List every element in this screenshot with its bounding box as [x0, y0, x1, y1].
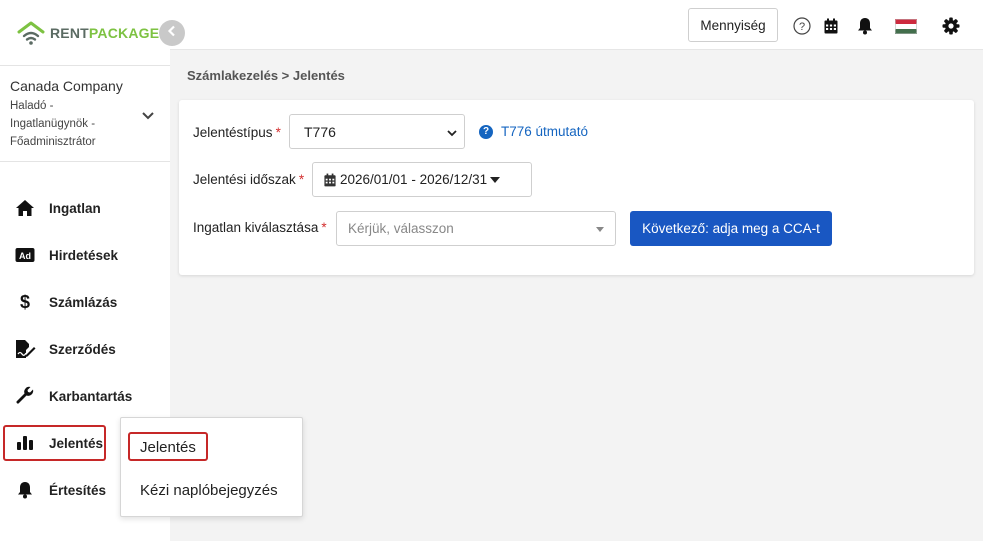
svg-text:Ad: Ad: [19, 251, 31, 261]
breadcrumb: Számlakezelés > Jelentés: [187, 68, 345, 83]
period-label: Jelentési időszak *: [193, 172, 305, 187]
dollar-icon: $: [14, 291, 36, 313]
divider: [0, 65, 170, 66]
sidebar-item-label: Szerződés: [49, 341, 116, 357]
company-switcher[interactable]: Canada Company Haladó - Ingatlanügynök -…: [10, 78, 170, 151]
sidebar-item-szamlazas[interactable]: $ Számlázás: [0, 284, 170, 320]
property-label: Ingatlan kiválasztása *: [193, 220, 327, 235]
sidebar-item-hirdetesek[interactable]: Ad Hirdetések: [0, 237, 170, 273]
chevron-down-icon[interactable]: [141, 108, 155, 126]
caret-down-icon: [490, 176, 501, 183]
property-select[interactable]: Kérjük, válasszon: [336, 211, 616, 246]
calendar-icon[interactable]: [821, 16, 841, 36]
report-type-value: T776: [304, 123, 336, 140]
report-submenu: Jelentés Kézi naplóbejegyzés: [120, 417, 303, 517]
hungarian-flag-icon[interactable]: [895, 16, 917, 36]
report-type-label: Jelentéstípus *: [193, 125, 281, 140]
gear-icon[interactable]: [941, 16, 961, 36]
guide-link-label: T776 útmutató: [501, 124, 589, 139]
logo-text: RENTPACKAGE: [50, 25, 160, 41]
property-placeholder: Kérjük, válasszon: [348, 221, 454, 236]
sidebar-item-label: Karbantartás: [49, 388, 133, 404]
sidebar-item-ingatlan[interactable]: Ingatlan: [0, 190, 170, 226]
collapse-sidebar-button[interactable]: [159, 20, 185, 46]
divider: [0, 161, 170, 162]
notification-bell-icon[interactable]: [855, 16, 875, 36]
top-bar: Mennyiség ?: [170, 0, 983, 50]
sidebar-item-karbantartas[interactable]: Karbantartás: [0, 378, 170, 414]
ad-icon: Ad: [14, 244, 36, 266]
sidebar-item-szerzodes[interactable]: Szerződés: [0, 331, 170, 367]
report-type-select[interactable]: T776: [289, 114, 465, 149]
sidebar-item-label: Ingatlan: [49, 200, 101, 216]
question-circle-icon: ?: [479, 124, 493, 139]
sidebar-item-label: Hirdetések: [49, 247, 119, 263]
chevron-left-icon: [167, 24, 177, 42]
quantity-button[interactable]: Mennyiség: [688, 8, 778, 42]
wrench-icon: [14, 385, 36, 407]
svg-text:$: $: [20, 292, 30, 312]
company-name: Canada Company: [10, 78, 123, 94]
logo[interactable]: RENTPACKAGE: [17, 18, 159, 48]
home-icon: [14, 197, 36, 219]
guide-link[interactable]: ? T776 útmutató: [479, 124, 588, 139]
help-icon[interactable]: ?: [792, 16, 812, 36]
next-cca-button[interactable]: Következő: adja meg a CCA-t: [630, 211, 832, 246]
highlight-box: [3, 425, 106, 461]
submenu-item-manual-journal[interactable]: Kézi naplóbejegyzés: [140, 482, 278, 499]
contract-icon: [14, 338, 36, 360]
sidebar-item-label: Számlázás: [49, 294, 118, 310]
period-value: 2026/01/01 - 2026/12/31: [340, 172, 488, 187]
submenu-item-jelentes[interactable]: Jelentés: [140, 439, 196, 456]
company-role: Haladó - Ingatlanügynök - Főadminisztrát…: [10, 100, 96, 148]
period-date-range-input[interactable]: 2026/01/01 - 2026/12/31: [312, 162, 532, 197]
sidebar-item-label: Értesítés: [49, 482, 107, 498]
bell-icon: [14, 479, 36, 501]
calendar-icon: [324, 173, 336, 187]
wifi-house-icon: [17, 21, 45, 45]
chevron-down-icon: [446, 126, 458, 142]
caret-down-icon: [596, 227, 604, 232]
svg-text:?: ?: [799, 21, 805, 33]
